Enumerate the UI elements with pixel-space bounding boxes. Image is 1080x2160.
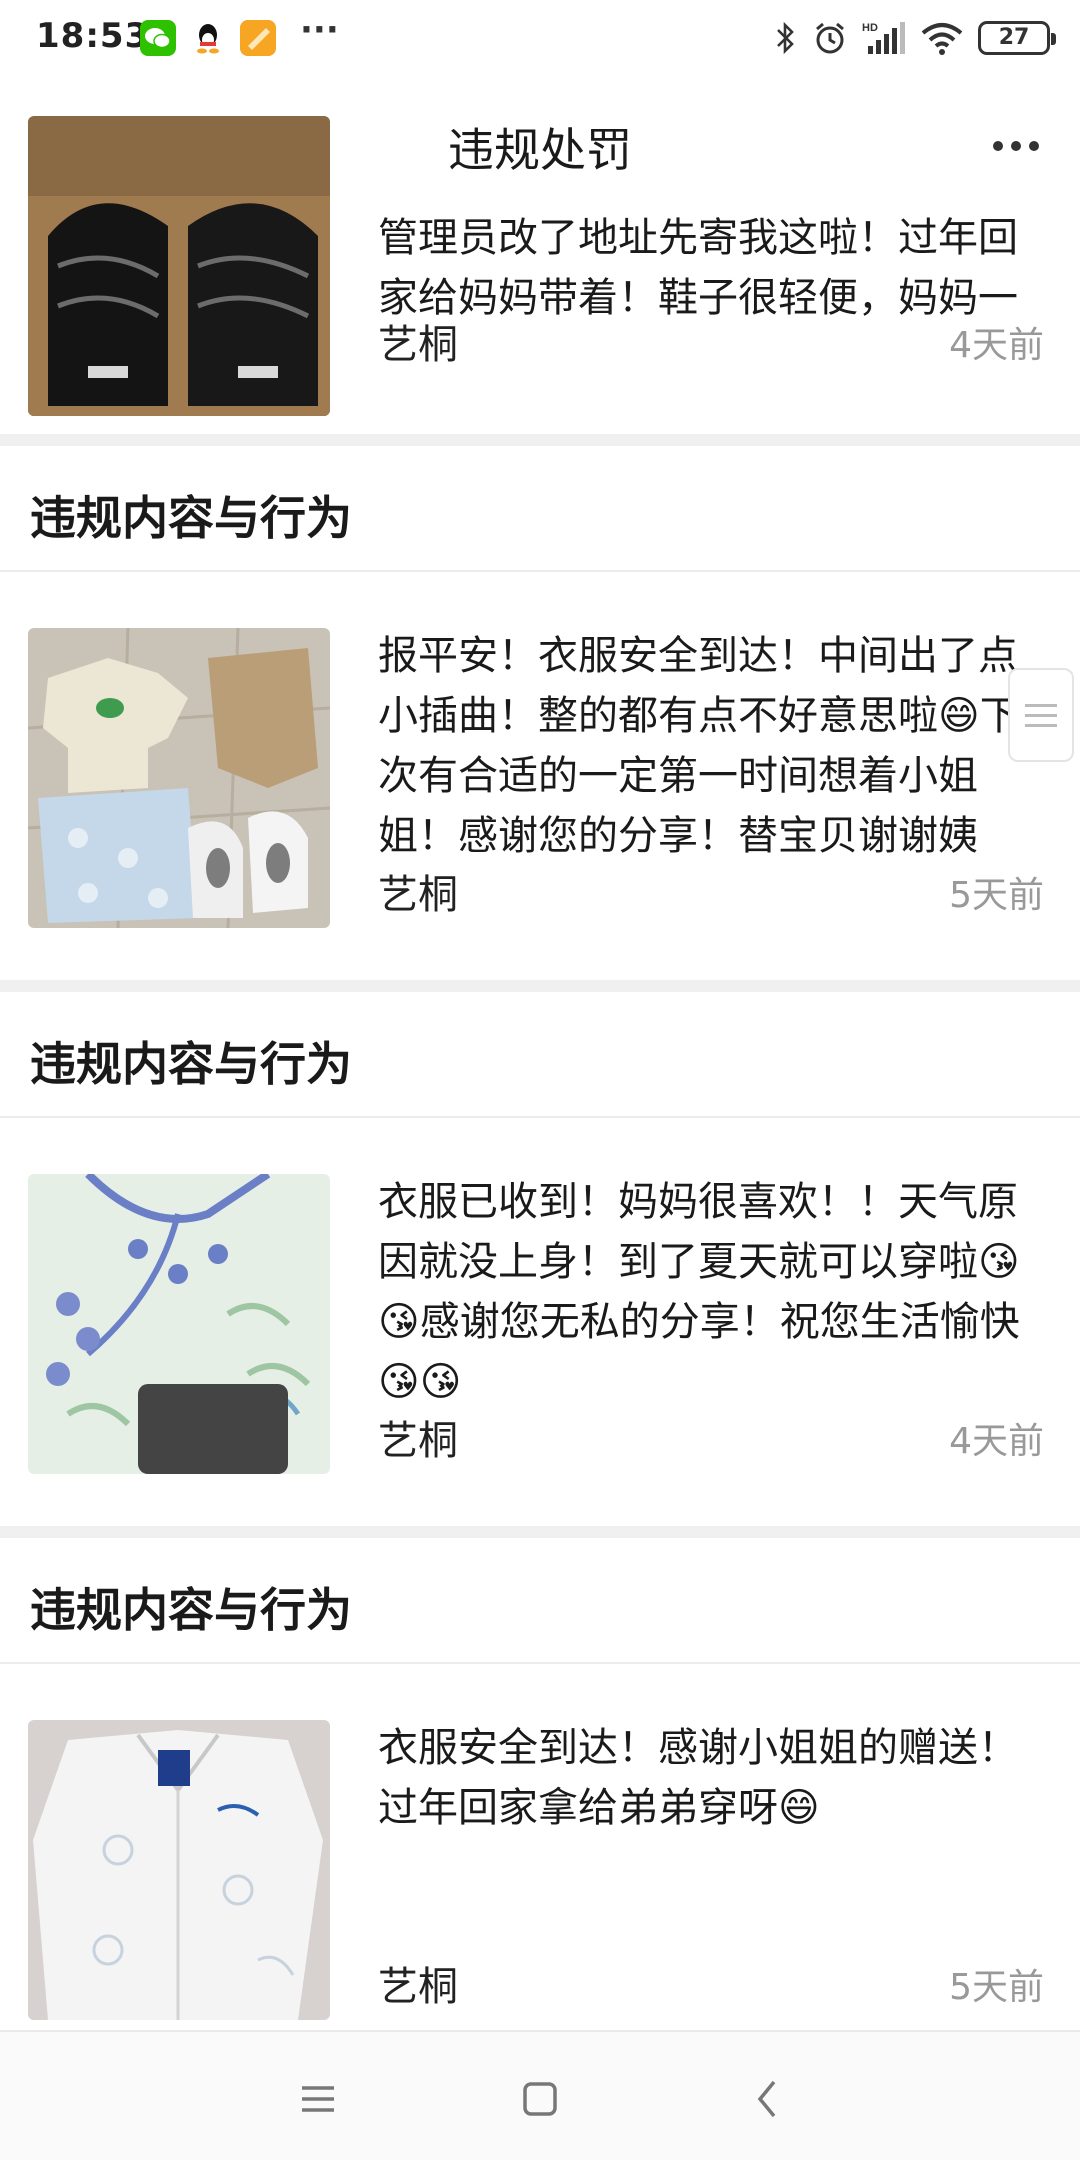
back-triangle-icon [757, 2080, 776, 2118]
section-header: 违规内容与行为 [0, 1538, 1080, 1664]
item-time: 4天前 [949, 325, 1044, 366]
violation-item[interactable]: 衣服安全到达！感谢小姐姐的赠送！过年回家拿给弟弟穿呀😄 艺桐 5天前 [0, 1664, 1080, 2030]
section-title: 违规内容与行为 [30, 491, 352, 545]
section-title: 违规内容与行为 [30, 1037, 352, 1091]
item-text: 管理员改了地址先寄我这啦！过年回家给妈妈带着！鞋子很轻便，妈妈一 [378, 215, 1018, 321]
section-divider [0, 434, 1080, 446]
bluetooth-icon [777, 21, 794, 55]
qq-icon [190, 20, 226, 56]
item-image-shoes [28, 116, 330, 416]
svg-text:HD: HD [862, 22, 878, 34]
alarm-icon [816, 22, 844, 54]
dot-icon [1011, 141, 1021, 151]
item-text: 衣服已收到！妈妈很喜欢！！天气原因就没上身！到了夏天就可以穿啦😘😘感谢您无私的分… [378, 1179, 1020, 1405]
wifi-icon [921, 23, 963, 55]
item-author: 艺桐 [378, 1964, 458, 2010]
menu-button[interactable] [288, 2072, 348, 2126]
grip-line-icon [1025, 713, 1057, 717]
item-image-kids-clothes [28, 628, 330, 928]
home-square-icon [523, 2082, 557, 2116]
violation-item[interactable]: 管理员改了地址先寄我这啦！过年回家给妈妈带着！鞋子很轻便，妈妈一 艺桐 4天前 [0, 116, 1080, 434]
item-image-floral-top [28, 1174, 330, 1474]
fast-scroll-handle[interactable] [1008, 668, 1074, 762]
home-button[interactable] [510, 2072, 570, 2126]
section-title: 违规内容与行为 [30, 1583, 352, 1637]
section-divider [0, 980, 1080, 992]
section-header: 违规内容与行为 [0, 446, 1080, 572]
item-time: 5天前 [949, 875, 1044, 916]
more-options-button[interactable] [976, 116, 1056, 176]
system-navigation-bar [0, 2030, 1080, 2160]
item-text: 报平安！衣服安全到达！中间出了点小插曲！整的都有点不好意思啦😄下次有合适的一定第… [378, 633, 1020, 859]
section-header: 违规内容与行为 [0, 992, 1080, 1118]
notes-app-icon [240, 20, 276, 56]
status-time: 18:53 [36, 16, 150, 56]
violation-item[interactable]: 报平安！衣服安全到达！中间出了点小插曲！整的都有点不好意思啦😄下次有合适的一定第… [0, 572, 1080, 978]
item-time: 5天前 [949, 1967, 1044, 2008]
item-author: 艺桐 [378, 1418, 458, 1464]
item-author: 艺桐 [378, 322, 458, 368]
status-bar: 18:53 ··· HD 27 [0, 0, 1080, 78]
wechat-icon [140, 20, 176, 56]
grip-line-icon [1025, 723, 1057, 727]
dot-icon [1029, 141, 1039, 151]
item-text: 衣服安全到达！感谢小姐姐的赠送！过年回家拿给弟弟穿呀😄 [378, 1725, 1018, 1831]
menu-icon [302, 2086, 334, 2112]
item-author: 艺桐 [378, 872, 458, 918]
battery-indicator: 27 [978, 21, 1056, 55]
item-image-white-jacket [28, 1720, 330, 2020]
item-time: 4天前 [949, 1421, 1044, 1462]
more-notifications-icon: ··· [300, 10, 339, 50]
status-icons: HD 27 [774, 18, 1056, 58]
system-back-button[interactable] [738, 2072, 798, 2126]
violation-item[interactable]: 衣服已收到！妈妈很喜欢！！天气原因就没上身！到了夏天就可以穿啦😘😘感谢您无私的分… [0, 1118, 1080, 1526]
hd-signal-icon: HD [862, 22, 905, 54]
grip-line-icon [1025, 703, 1057, 707]
dot-icon [993, 141, 1003, 151]
section-divider [0, 1526, 1080, 1538]
